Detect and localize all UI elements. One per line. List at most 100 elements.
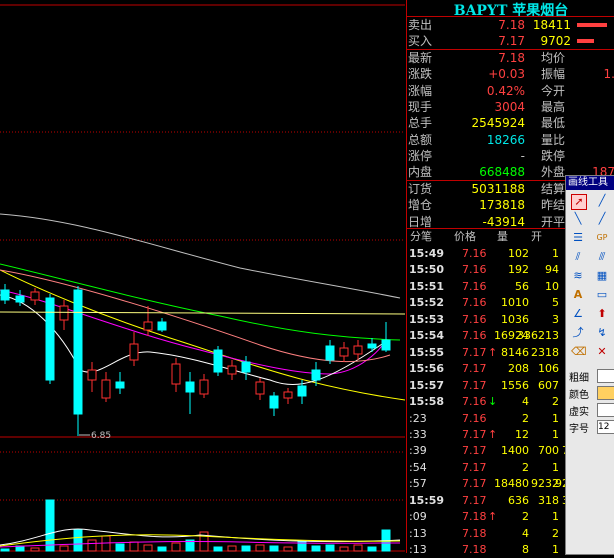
text-tool-icon[interactable]: A	[571, 288, 585, 302]
stat-label: 跌停	[541, 148, 566, 163]
tick-volume: 636	[508, 493, 529, 507]
kline-chart[interactable]: 6.85	[0, 0, 405, 553]
candle-body	[367, 343, 377, 349]
tick-volume: 1036	[501, 312, 529, 326]
tick-volume: 56	[515, 279, 529, 293]
stat-label: 振幅	[541, 67, 566, 82]
tick-volume: 2	[522, 460, 529, 474]
candle-body	[87, 369, 97, 381]
quote-volume: 9702	[540, 34, 571, 48]
cursor-tool-icon[interactable]: ➚	[571, 194, 587, 210]
candle-body	[15, 295, 25, 303]
ma20-line	[0, 289, 387, 375]
volume-bar	[157, 546, 167, 552]
volume-bar	[171, 542, 181, 552]
tick-open: 2	[552, 395, 559, 409]
thickness-select[interactable]	[597, 369, 614, 383]
measure-tool-icon[interactable]: ↯	[595, 326, 609, 340]
tick-arrow-icon: ↓	[488, 395, 498, 409]
tick-open: 1	[552, 427, 559, 441]
stat-value: 5031188	[471, 182, 525, 196]
tick-arrow-icon: ↑	[488, 345, 498, 359]
tick-open: 1	[552, 510, 559, 524]
tick-column-header: 分笔	[410, 229, 432, 245]
candle-body	[255, 381, 265, 395]
volume-bar	[129, 541, 139, 552]
tick-column-header: 开	[531, 229, 542, 245]
tick-time: :13	[409, 526, 427, 540]
tick-open: 2	[552, 526, 559, 540]
tick-price: 7.17	[462, 345, 487, 359]
stat-label: 总额	[408, 132, 433, 147]
stat-value: 7.18	[498, 51, 525, 65]
candle-body	[129, 343, 139, 361]
tick-price: 7.16	[462, 329, 487, 343]
tick-arrow-icon: ↑	[488, 427, 498, 441]
trend-tool-icon[interactable]: ⤴	[571, 326, 585, 340]
tick-open: 5	[552, 296, 559, 310]
stat-value: 668488	[479, 165, 525, 180]
font-size-label: 字号	[569, 424, 589, 435]
stat-value: 1.	[603, 67, 614, 82]
color-label: 颜色	[569, 390, 589, 401]
candle-body	[283, 391, 293, 399]
tick-price: 7.16	[462, 312, 487, 326]
volume-bar	[115, 543, 125, 552]
stat-label: 结算	[541, 182, 566, 196]
stat-label: 最新	[408, 51, 433, 65]
parallel-tool-icon[interactable]: ☰	[571, 231, 585, 245]
up-arrow-tool-icon[interactable]: ⬆	[595, 307, 609, 321]
candle-body	[30, 291, 40, 301]
font-size-select[interactable]: 12	[597, 420, 614, 434]
ray-tool-icon[interactable]: ╲	[571, 212, 585, 226]
tick-time: 15:50	[409, 263, 445, 277]
dash-select[interactable]	[597, 403, 614, 417]
stat-label: 今开	[541, 83, 566, 98]
tick-volume: 18480	[494, 477, 529, 491]
tick-volume: 1556	[501, 378, 529, 392]
angle-tool-icon[interactable]: ∠	[571, 307, 585, 321]
tick-open: 1	[552, 247, 559, 260]
color-swatch[interactable]	[597, 386, 614, 400]
segment-tool-icon[interactable]: ╱	[595, 212, 609, 226]
drawing-toolbox[interactable]: 画线工具 ➚ ╱ ╲ ╱ ☰ GP ⫽ ⫻ ≋ ▦ A ▭ ∠ ⬆ ⤴ ↯ ⌫ …	[565, 175, 614, 555]
tick-time: :09	[409, 510, 427, 524]
candle-body	[311, 369, 321, 381]
candle-body	[45, 297, 55, 381]
grid-tool-icon[interactable]: ▦	[595, 269, 609, 283]
low-price-label: 6.85	[91, 431, 111, 441]
stat-label: 订货	[408, 182, 433, 196]
candle-body	[241, 361, 251, 373]
tick-time: :13	[409, 543, 427, 557]
tick-open: 336213	[517, 329, 559, 343]
candle-body	[297, 385, 307, 397]
delete-tool-icon[interactable]: ✕	[595, 345, 609, 359]
dash-label: 虚实	[569, 407, 589, 418]
fan-tool-icon[interactable]: ⫻	[595, 250, 609, 264]
candle-body	[325, 345, 335, 361]
stat-label: 最高	[541, 99, 566, 114]
gp-tool-icon[interactable]: GP	[595, 231, 609, 245]
quote-label: 卖出	[408, 18, 433, 32]
instrument-title: BAPYT 苹果烟台	[453, 3, 569, 19]
stat-value: 3004	[494, 99, 525, 114]
rectangle-tool-icon[interactable]: ▭	[595, 288, 609, 302]
tick-open: 700	[538, 444, 559, 458]
erase-tool-icon[interactable]: ⌫	[571, 345, 587, 359]
tick-open: 1	[552, 460, 559, 474]
tick-time: 15:52	[409, 296, 445, 310]
stat-value: 18266	[486, 132, 525, 147]
volume-bar	[577, 23, 607, 27]
line-tool-icon[interactable]: ╱	[595, 194, 609, 208]
tick-price: 7.17	[462, 378, 487, 392]
volume-bar	[0, 548, 10, 552]
wave-tool-icon[interactable]: ≋	[571, 269, 585, 283]
channel-tool-icon[interactable]: ⫽	[571, 250, 585, 264]
stat-label: 外盘	[541, 165, 566, 180]
tick-price: 7.17	[462, 460, 487, 474]
tick-price: 7.17	[462, 427, 487, 441]
tick-time: :57	[409, 477, 427, 491]
tick-time: :33	[409, 427, 427, 441]
toolbox-title: 画线工具	[566, 176, 614, 190]
candle-body	[339, 347, 349, 357]
